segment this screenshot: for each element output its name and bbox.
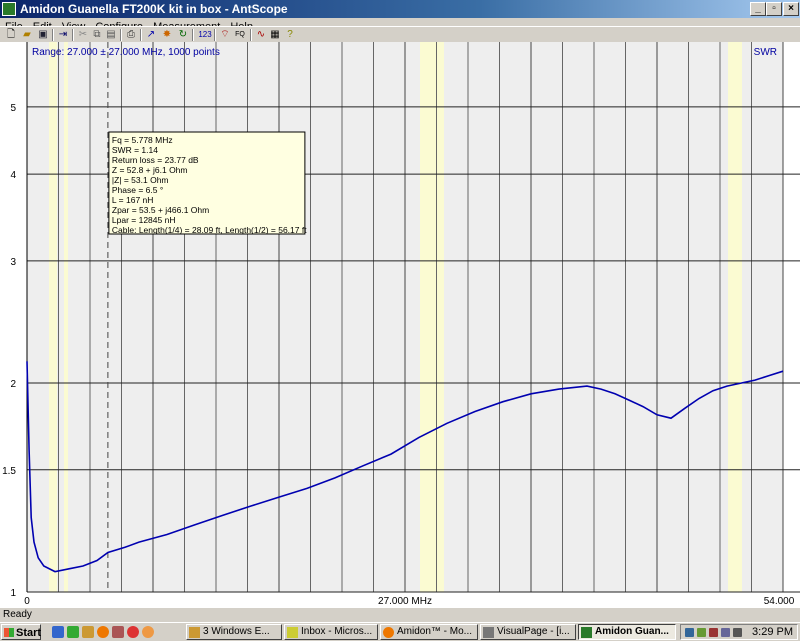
volume-tray-icon[interactable]: [733, 628, 742, 637]
tooltip-line: |Z| = 53.1 Ohm: [112, 175, 169, 185]
tooltip-line: L = 167 nH: [112, 195, 154, 205]
antscope-icon: [581, 627, 592, 638]
scan-icon[interactable]: ✸: [160, 28, 174, 41]
fq-icon[interactable]: FQ: [232, 28, 248, 41]
x-tick-label: 0: [24, 596, 30, 607]
sync-tray-icon[interactable]: [697, 628, 706, 637]
visualpage-icon: [483, 627, 494, 638]
desktop-quicklaunch-icon[interactable]: [67, 626, 79, 638]
swr-chart[interactable]: 1 1.5 2 3 4 5 0 27.000 MHz 54.000 Range: 27.000…: [0, 42, 800, 608]
task-windows-explorer[interactable]: 3 Windows E...: [186, 624, 282, 640]
task-antscope[interactable]: Amidon Guan...: [578, 624, 676, 640]
highlight-band: [64, 42, 68, 592]
mozilla-quicklaunch-icon[interactable]: [142, 626, 154, 638]
print-icon[interactable]: ⎙: [124, 28, 138, 41]
clock[interactable]: 3:29 PM: [752, 626, 793, 638]
cut-icon[interactable]: ✂: [76, 28, 90, 41]
close-button[interactable]: ×: [783, 2, 799, 16]
maximize-button[interactable]: ▫: [766, 2, 782, 16]
window-title: Amidon Guanella FT200K kit in box - AntS…: [20, 2, 288, 16]
highlight-band: [728, 42, 742, 592]
task-visualpage[interactable]: VisualPage - [i...: [480, 624, 576, 640]
tooltip-line: Cable: Length(1/4) = 28.09 ft, Length(1/…: [112, 225, 307, 235]
y-tick-label: 4: [10, 170, 16, 181]
folder-icon: [189, 627, 200, 638]
y-tick-label: 3: [10, 257, 16, 268]
x-tick-label: 54.000: [764, 596, 795, 607]
paste-icon[interactable]: ▤: [104, 28, 118, 41]
start-label: Start: [16, 627, 42, 639]
open-icon[interactable]: ▰: [20, 28, 34, 41]
refresh-icon[interactable]: ↻: [176, 28, 190, 41]
y-tick-label: 5: [10, 103, 16, 114]
xy-icon[interactable]: ∿: [254, 28, 268, 41]
windows-flag-icon: [4, 628, 14, 637]
antenna-icon[interactable]: ⌔: [218, 28, 232, 41]
title-bar: Amidon Guanella FT200K kit in box - AntS…: [0, 0, 800, 18]
mode-label: SWR: [754, 47, 777, 58]
tooltip-line: Phase = 6.5 °: [112, 185, 163, 195]
minimize-button[interactable]: _: [750, 2, 766, 16]
status-text: Ready: [3, 609, 32, 620]
security-tray-icon[interactable]: [709, 628, 718, 637]
status-bar: Ready: [0, 608, 800, 622]
system-tray: 3:29 PM: [680, 624, 798, 640]
new-icon[interactable]: 🗋: [4, 28, 18, 41]
chart-icon[interactable]: ↗: [144, 28, 158, 41]
cursor-tooltip: Fq = 5.778 MHzSWR = 1.14Return loss = 23…: [108, 131, 307, 235]
tooltip-line: Z = 52.8 + j6.1 Ohm: [112, 165, 188, 175]
y-tick-label: 1.5: [2, 466, 16, 477]
opera-quicklaunch-icon[interactable]: [127, 626, 139, 638]
tooltip-line: Fq = 5.778 MHz: [112, 135, 173, 145]
numbers-icon[interactable]: 123: [196, 28, 214, 41]
task-inbox[interactable]: Inbox - Micros...: [284, 624, 378, 640]
app-quicklaunch-icon[interactable]: [112, 626, 124, 638]
taskbar: Start 3 Windows E... Inbox - Micros... A…: [0, 622, 800, 641]
mail-icon: [287, 627, 298, 638]
plot-right-margin: [783, 42, 800, 592]
ie-quicklaunch-icon[interactable]: [52, 626, 64, 638]
monitor-tray-icon[interactable]: [721, 628, 730, 637]
start-button[interactable]: Start: [1, 624, 41, 640]
folder-quicklaunch-icon[interactable]: [82, 626, 94, 638]
tooltip-line: SWR = 1.14: [112, 145, 158, 155]
app-icon[interactable]: [2, 2, 16, 16]
firefox-quicklaunch-icon[interactable]: [97, 626, 109, 638]
save-icon[interactable]: ▣: [36, 28, 50, 41]
tooltip-line: Return loss = 23.77 dB: [112, 155, 199, 165]
range-label: Range: 27.000 ± 27.000 MHz, 1000 points: [32, 47, 220, 58]
x-tick-label: 27.000 MHz: [378, 596, 432, 607]
y-tick-label: 2: [10, 379, 16, 390]
export-icon[interactable]: ⇥: [56, 28, 70, 41]
browser-icon: [383, 627, 394, 638]
highlight-band: [49, 42, 57, 592]
y-tick-label: 1: [10, 588, 16, 599]
highlight-band: [420, 42, 444, 592]
help-icon[interactable]: ?: [283, 28, 297, 41]
network-tray-icon[interactable]: [685, 628, 694, 637]
tooltip-line: Zpar = 53.5 + j466.1 Ohm: [112, 205, 209, 215]
task-amidon-mozilla[interactable]: Amidon™ - Mo...: [380, 624, 478, 640]
chart-area[interactable]: 1 1.5 2 3 4 5 0 27.000 MHz 54.000 Range: 27.000…: [0, 42, 800, 608]
table-icon[interactable]: ▦: [268, 28, 282, 41]
tooltip-line: Lpar = 12845 nH: [112, 215, 176, 225]
copy-icon[interactable]: ⧉: [90, 28, 104, 41]
